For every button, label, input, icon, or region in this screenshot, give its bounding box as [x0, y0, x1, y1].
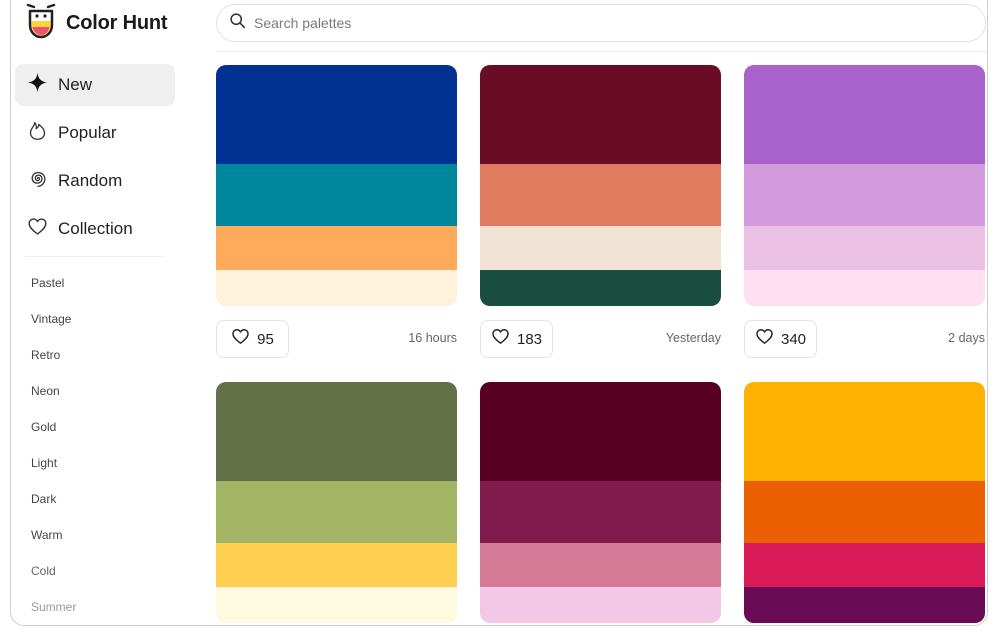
sparkle-icon: [27, 72, 48, 98]
color-swatch[interactable]: [744, 543, 985, 587]
color-swatch[interactable]: [744, 164, 985, 226]
search-icon: [229, 12, 246, 34]
palette-swatches[interactable]: [744, 382, 985, 623]
nav-label: Random: [58, 171, 123, 190]
palette-swatches[interactable]: [480, 382, 721, 623]
tag-gold[interactable]: Gold: [31, 420, 56, 434]
color-swatch[interactable]: [480, 543, 721, 587]
tag-summer[interactable]: Summer: [31, 600, 76, 614]
color-swatch[interactable]: [744, 481, 985, 543]
tag-cold[interactable]: Cold: [31, 564, 56, 578]
palette-swatches[interactable]: [216, 65, 457, 306]
color-swatch[interactable]: [216, 164, 457, 226]
heart-icon: [231, 327, 250, 351]
palette-card: 340 2 days: [744, 65, 985, 358]
color-swatch[interactable]: [216, 270, 457, 306]
logo-text: Color Hunt: [66, 11, 168, 34]
color-swatch[interactable]: [480, 65, 721, 164]
sidebar-divider: [25, 256, 165, 257]
heart-icon: [491, 327, 510, 351]
color-swatch[interactable]: [480, 481, 721, 543]
color-swatch[interactable]: [216, 481, 457, 543]
like-button[interactable]: 340: [744, 320, 817, 358]
color-swatch[interactable]: [480, 270, 721, 306]
tag-neon[interactable]: Neon: [31, 384, 60, 398]
color-swatch[interactable]: [744, 270, 985, 306]
like-button[interactable]: 183: [480, 320, 553, 358]
color-swatch[interactable]: [744, 382, 985, 481]
palette-swatches[interactable]: [744, 65, 985, 306]
nav-item-collection[interactable]: Collection: [15, 208, 175, 250]
nav-item-popular[interactable]: Popular: [15, 112, 175, 154]
palette-time: Yesterday: [665, 331, 721, 345]
palette-card: 95 16 hours: [216, 65, 457, 358]
logo-icon: [25, 3, 57, 44]
palette-time: 16 hours: [408, 331, 457, 345]
tag-pastel[interactable]: Pastel: [31, 276, 64, 290]
nav-label: Popular: [58, 123, 117, 142]
palette-card: 183 Yesterday: [480, 65, 721, 358]
palette-card: [216, 382, 457, 623]
palette-card: [744, 382, 985, 623]
like-count: 183: [516, 330, 543, 348]
search-input[interactable]: [254, 15, 934, 31]
like-button[interactable]: 95: [216, 320, 289, 358]
spiral-icon: [27, 168, 48, 194]
color-swatch[interactable]: [744, 587, 985, 623]
color-swatch[interactable]: [480, 164, 721, 226]
search-bar[interactable]: [216, 4, 986, 42]
color-swatch[interactable]: [480, 587, 721, 623]
heart-icon: [755, 327, 774, 351]
header-divider: [216, 51, 987, 52]
tag-retro[interactable]: Retro: [31, 348, 60, 362]
color-swatch[interactable]: [216, 382, 457, 481]
tag-warm[interactable]: Warm: [31, 528, 63, 542]
nav-item-new[interactable]: New: [15, 64, 175, 106]
palette-time: 2 days: [948, 331, 985, 345]
color-swatch[interactable]: [216, 543, 457, 587]
tag-vintage[interactable]: Vintage: [31, 312, 71, 326]
tag-dark[interactable]: Dark: [31, 492, 56, 506]
palette-swatches[interactable]: [480, 65, 721, 306]
tag-light[interactable]: Light: [31, 456, 57, 470]
nav-label: New: [58, 75, 93, 94]
palette-swatches[interactable]: [216, 382, 457, 623]
color-swatch[interactable]: [744, 65, 985, 164]
palette-card: [480, 382, 721, 623]
nav-label: Collection: [58, 219, 133, 238]
like-count: 95: [257, 330, 274, 348]
color-swatch[interactable]: [216, 65, 457, 164]
heart-icon: [27, 216, 48, 242]
like-count: 340: [780, 330, 807, 348]
nav-item-random[interactable]: Random: [15, 160, 175, 202]
color-swatch[interactable]: [480, 226, 721, 270]
flame-icon: [27, 120, 48, 146]
logo[interactable]: Color Hunt: [25, 3, 168, 44]
app-frame: Color Hunt New Popular Random Collection…: [10, 0, 988, 626]
color-swatch[interactable]: [744, 226, 985, 270]
color-swatch[interactable]: [480, 382, 721, 481]
color-swatch[interactable]: [216, 587, 457, 623]
color-swatch[interactable]: [216, 226, 457, 270]
